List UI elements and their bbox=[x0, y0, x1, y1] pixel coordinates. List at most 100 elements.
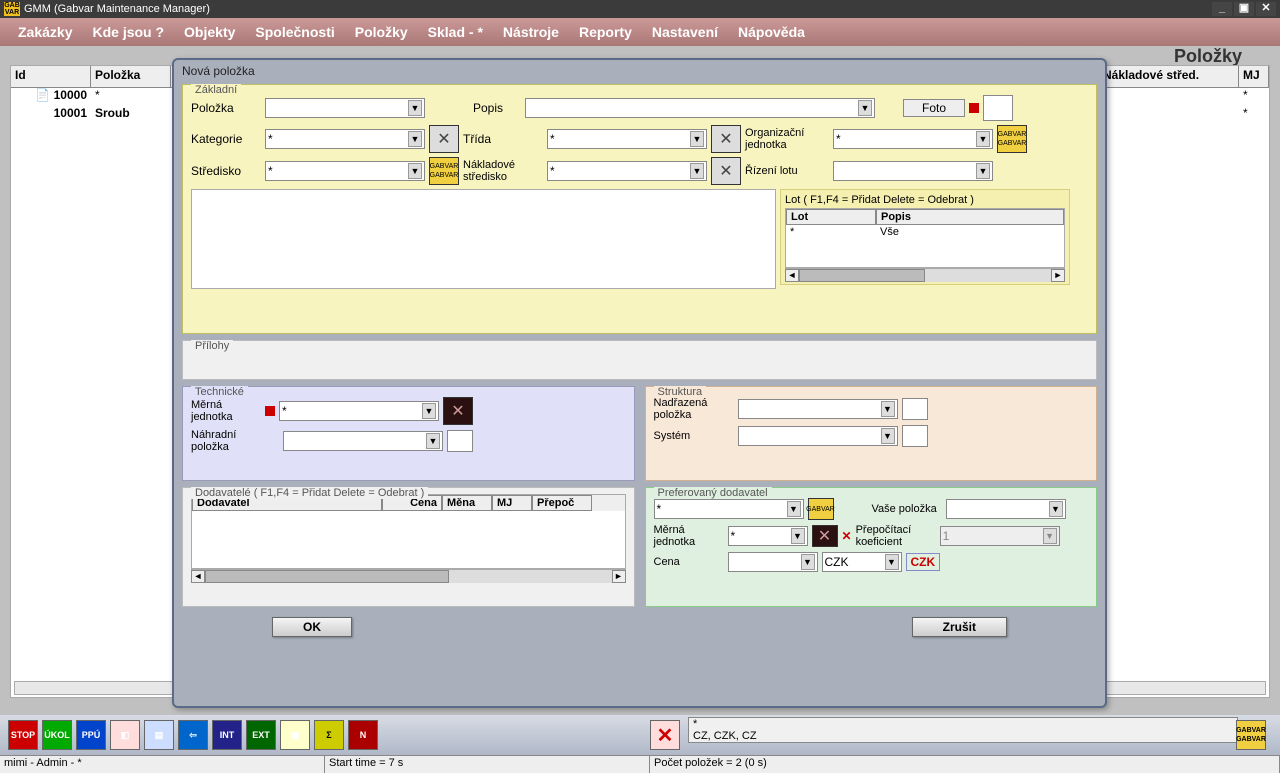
lbl-org: Organizační jednotka bbox=[745, 127, 829, 151]
maximize-button[interactable]: ▣ bbox=[1234, 2, 1254, 16]
lot-scroll[interactable]: ◄► bbox=[785, 268, 1065, 282]
big-x-icon[interactable]: ✕ bbox=[650, 720, 680, 750]
kategorie-x-icon[interactable]: ✕ bbox=[429, 125, 459, 153]
tool-icon-4[interactable]: ◧ bbox=[110, 720, 140, 750]
stredisko-combo[interactable]: *▼ bbox=[265, 161, 425, 181]
lbl-vase: Vaše položka bbox=[872, 503, 942, 515]
lot-group: Lot ( F1,F4 = Přidat Delete = Odebrat ) … bbox=[780, 189, 1070, 285]
menu-reporty[interactable]: Reporty bbox=[569, 24, 642, 40]
ukol-icon[interactable]: ÚKOL bbox=[42, 720, 72, 750]
lbl-polozka: Položka bbox=[191, 101, 261, 115]
lbl-nahr: Náhradní položka bbox=[191, 429, 261, 453]
group-zakladni: Základní Položka ▼ Popis ▼ Foto Kategori… bbox=[182, 84, 1097, 334]
app-logo-icon: GABVAR bbox=[4, 2, 20, 16]
status-user: mimi - Admin - * bbox=[0, 756, 325, 773]
gabvar-icon[interactable]: GABVARGABVAR bbox=[1236, 720, 1266, 750]
kategorie-combo[interactable]: *▼ bbox=[265, 129, 425, 149]
statusbar: mimi - Admin - * Start time = 7 s Počet … bbox=[0, 755, 1280, 773]
red-square-icon bbox=[265, 406, 275, 416]
foto-button[interactable]: Foto bbox=[903, 99, 965, 117]
nadraz-box[interactable] bbox=[902, 398, 928, 420]
tool-icon-5[interactable]: ▤ bbox=[144, 720, 174, 750]
menu-nastroje[interactable]: Nástroje bbox=[493, 24, 569, 40]
dialog-title: Nová položka bbox=[174, 60, 1105, 82]
nahr-box[interactable] bbox=[447, 430, 473, 452]
red-square-icon bbox=[969, 103, 979, 113]
menu-polozky[interactable]: Položky bbox=[345, 24, 418, 40]
group-tech: Technické Měrná jednotka *▼ ✕ Náhradní p… bbox=[182, 386, 635, 481]
lot-grid[interactable]: Lot Popis * Vše bbox=[785, 208, 1065, 268]
rizeni-combo[interactable]: ▼ bbox=[833, 161, 993, 181]
nakl-combo[interactable]: *▼ bbox=[547, 161, 707, 181]
lbl-rizeni: Řízení lotu bbox=[745, 165, 829, 177]
system-box[interactable] bbox=[902, 425, 928, 447]
toolbar-info: * CZ, CZK, CZ bbox=[688, 717, 1238, 743]
sigma-icon[interactable]: Σ bbox=[314, 720, 344, 750]
lbl-trida: Třída bbox=[463, 132, 511, 146]
tool-icon-7[interactable]: INT bbox=[212, 720, 242, 750]
mena-combo[interactable]: CZK▼ bbox=[822, 552, 902, 572]
group-struktura: Struktura Nadřazená položka ▼ Systém ▼ bbox=[645, 386, 1098, 481]
dodav-scroll[interactable]: ◄► bbox=[191, 569, 626, 583]
pmj-x-icon[interactable]: ✕ bbox=[812, 525, 838, 547]
tool-icon-9[interactable]: ▦ bbox=[280, 720, 310, 750]
nahr-combo[interactable]: ▼ bbox=[283, 431, 443, 451]
col-polozka[interactable]: Položka bbox=[91, 66, 171, 87]
mj-combo[interactable]: *▼ bbox=[279, 401, 439, 421]
lbl-stredisko: Středisko bbox=[191, 164, 261, 178]
pref-combo[interactable]: *▼ bbox=[654, 499, 804, 519]
menu-nastaveni[interactable]: Nastavení bbox=[642, 24, 728, 40]
org-gabvar-icon[interactable]: GABVARGABVAR bbox=[997, 125, 1027, 153]
lbl-cena: Cena bbox=[654, 556, 724, 568]
col-nstred[interactable]: Nákladové střed. bbox=[1099, 66, 1239, 87]
menu-napoveda[interactable]: Nápověda bbox=[728, 24, 815, 40]
close-button[interactable]: ✕ bbox=[1256, 2, 1276, 16]
tool-icon-6[interactable]: ⇦ bbox=[178, 720, 208, 750]
lbl-popis: Popis bbox=[473, 101, 521, 115]
menu-zakazky[interactable]: Zakázky bbox=[8, 24, 82, 40]
mj-x-icon[interactable]: ✕ bbox=[443, 397, 473, 425]
menu-spolecnosti[interactable]: Společnosti bbox=[245, 24, 344, 40]
lbl-kategorie: Kategorie bbox=[191, 132, 261, 146]
lbl-system: Systém bbox=[654, 430, 734, 442]
trida-x-icon[interactable]: ✕ bbox=[711, 125, 741, 153]
cancel-button[interactable]: Zrušit bbox=[912, 617, 1007, 637]
new-item-dialog: Nová položka Základní Položka ▼ Popis ▼ … bbox=[172, 58, 1107, 708]
menu-objekty[interactable]: Objekty bbox=[174, 24, 245, 40]
col-mj[interactable]: MJ bbox=[1239, 66, 1269, 87]
trida-combo[interactable]: *▼ bbox=[547, 129, 707, 149]
system-combo[interactable]: ▼ bbox=[738, 426, 898, 446]
stop-icon[interactable]: STOP bbox=[8, 720, 38, 750]
menu-kdejsou[interactable]: Kde jsou ? bbox=[82, 24, 174, 40]
titlebar: GABVAR GMM (Gabvar Maintenance Manager) … bbox=[0, 0, 1280, 18]
cena-input[interactable]: ▼ bbox=[728, 552, 818, 572]
dodav-grid[interactable]: Dodavatel Cena Měna MJ Přepoč bbox=[191, 494, 626, 569]
popis-textarea[interactable] bbox=[191, 189, 776, 289]
nakl-x-icon[interactable]: ✕ bbox=[711, 157, 741, 185]
group-pref: Preferovaný dodavatel *▼ GABVAR Vaše pol… bbox=[645, 487, 1098, 607]
koef-combo: 1▼ bbox=[940, 526, 1060, 546]
status-count: Počet položek = 2 (0 s) bbox=[650, 756, 1280, 773]
tool-icon-8[interactable]: EXT bbox=[246, 720, 276, 750]
popis-combo[interactable]: ▼ bbox=[525, 98, 875, 118]
pmj-combo[interactable]: *▼ bbox=[728, 526, 808, 546]
vase-combo[interactable]: ▼ bbox=[946, 499, 1066, 519]
ok-button[interactable]: OK bbox=[272, 617, 352, 637]
n-icon[interactable]: N bbox=[348, 720, 378, 750]
pref-gabvar-icon[interactable]: GABVAR bbox=[808, 498, 834, 520]
ppu-icon[interactable]: PPÚ bbox=[76, 720, 106, 750]
lbl-pmj: Měrná jednotka bbox=[654, 524, 724, 548]
stredisko-gabvar-icon[interactable]: GABVARGABVAR bbox=[429, 157, 459, 185]
minimize-button[interactable]: _ bbox=[1212, 2, 1232, 16]
org-combo[interactable]: *▼ bbox=[833, 129, 993, 149]
polozka-combo[interactable]: ▼ bbox=[265, 98, 425, 118]
red-x-icon: ✕ bbox=[842, 529, 852, 543]
group-prilohy: Přílohy bbox=[182, 340, 1097, 380]
menubar: Zakázky Kde jsou ? Objekty Společnosti P… bbox=[0, 18, 1280, 46]
col-id[interactable]: Id bbox=[11, 66, 91, 87]
lbl-mj: Měrná jednotka bbox=[191, 399, 261, 423]
lbl-nadraz: Nadřazená položka bbox=[654, 397, 734, 421]
menu-sklad[interactable]: Sklad - * bbox=[418, 24, 493, 40]
nadraz-combo[interactable]: ▼ bbox=[738, 399, 898, 419]
lbl-koef: Přepočítací koeficient bbox=[856, 524, 936, 548]
